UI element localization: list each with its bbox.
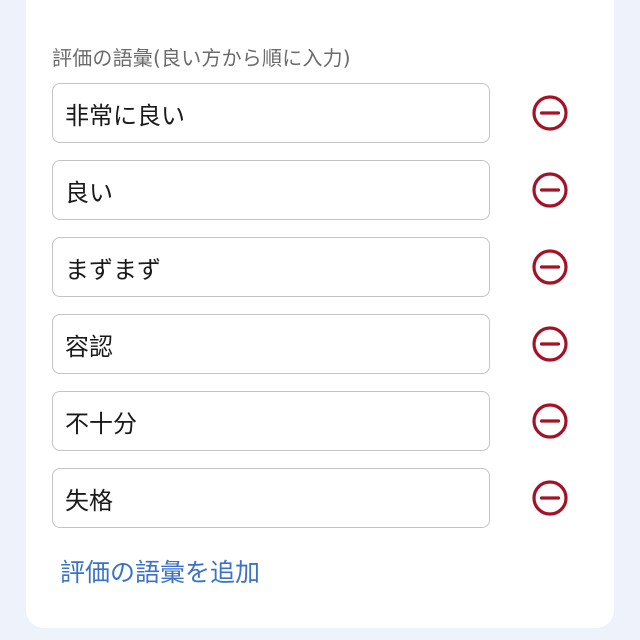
minus-circle-icon (532, 172, 568, 208)
remove-term-button[interactable] (530, 401, 570, 441)
term-row (52, 391, 592, 451)
minus-circle-icon (532, 249, 568, 285)
minus-circle-icon (532, 95, 568, 131)
remove-term-button[interactable] (530, 170, 570, 210)
term-row (52, 468, 592, 528)
term-input[interactable] (52, 391, 490, 451)
term-input[interactable] (52, 314, 490, 374)
minus-circle-icon (532, 480, 568, 516)
remove-term-button[interactable] (530, 478, 570, 518)
remove-term-button[interactable] (530, 247, 570, 287)
section-label: 評価の語彙(良い方から順に入力) (52, 46, 351, 70)
term-row (52, 314, 592, 374)
remove-term-button[interactable] (530, 324, 570, 364)
term-input[interactable] (52, 160, 490, 220)
minus-circle-icon (532, 326, 568, 362)
term-row (52, 160, 592, 220)
term-input[interactable] (52, 468, 490, 528)
add-term-link[interactable]: 評価の語彙を追加 (60, 553, 260, 589)
term-row (52, 237, 592, 297)
minus-circle-icon (532, 403, 568, 439)
remove-term-button[interactable] (530, 93, 570, 133)
term-row (52, 83, 592, 143)
term-input[interactable] (52, 83, 490, 143)
term-input[interactable] (52, 237, 490, 297)
